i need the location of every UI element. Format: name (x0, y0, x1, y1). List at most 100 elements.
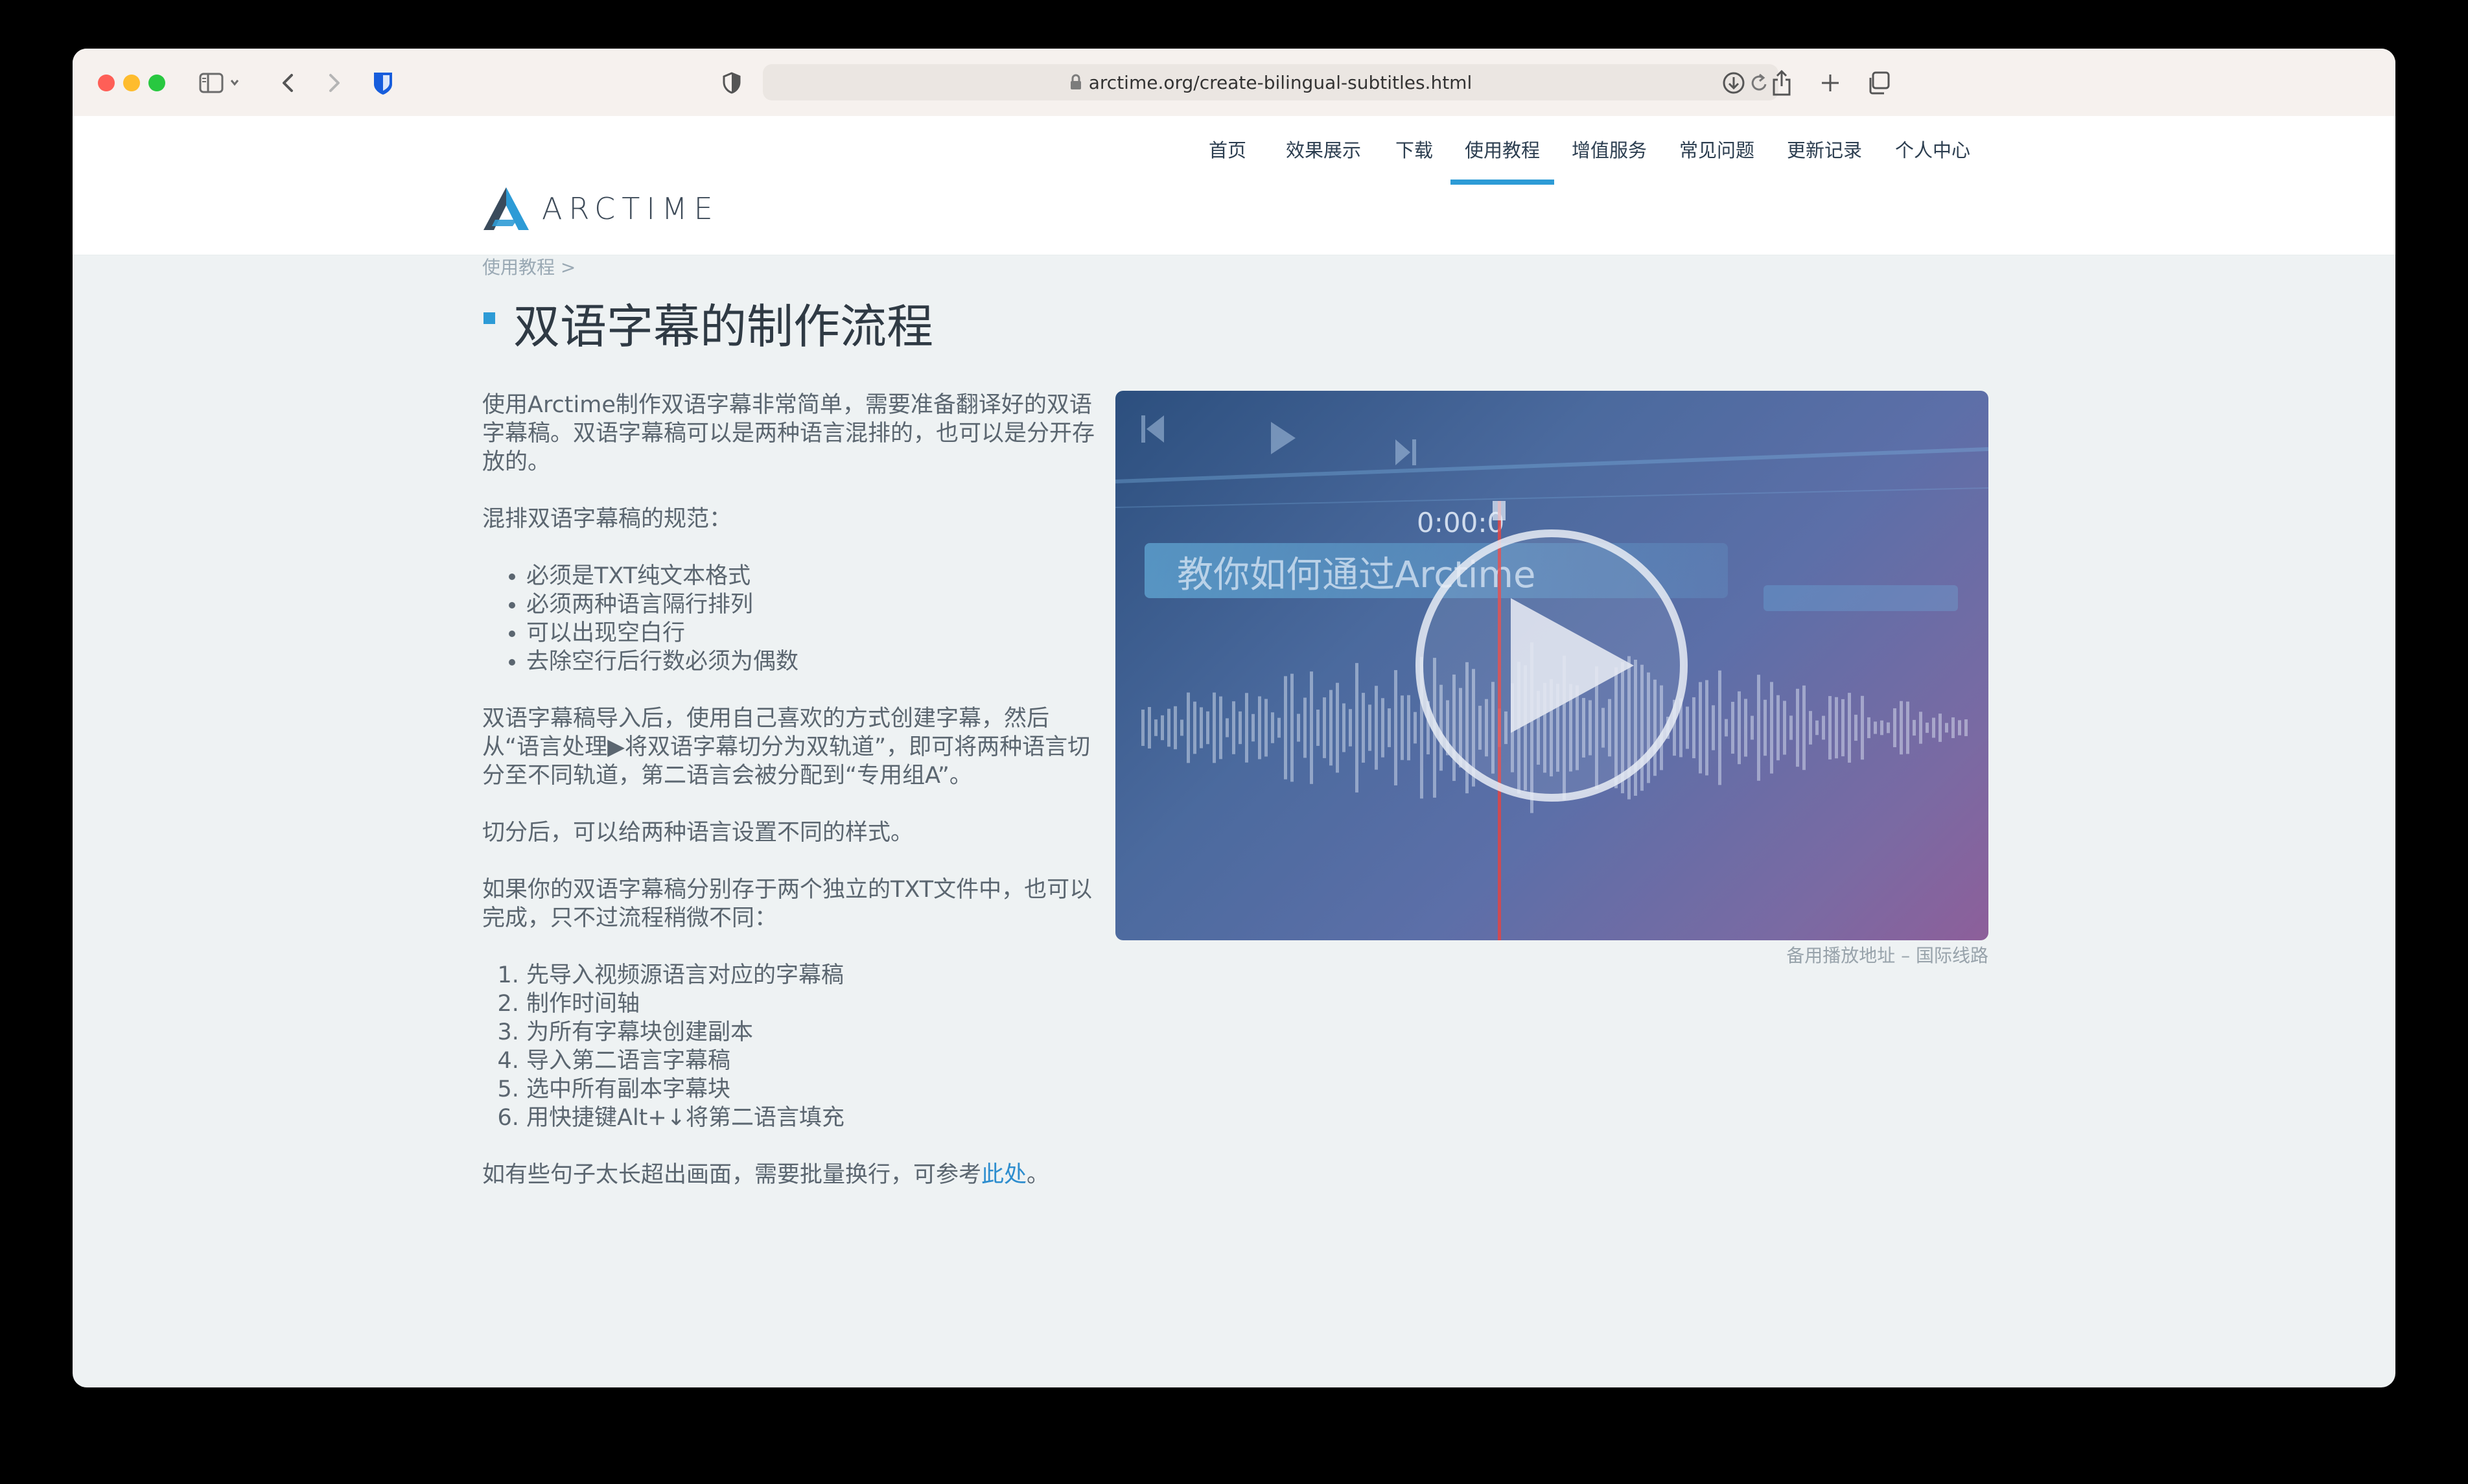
waveform-bar (1712, 705, 1715, 750)
waveform-bar (1219, 696, 1222, 759)
waveform-bar (1336, 682, 1339, 773)
waveform-bar (1919, 712, 1922, 744)
breadcrumb[interactable]: 使用教程 > (482, 253, 576, 279)
transport-icons (1141, 415, 1416, 465)
nav-services[interactable]: 增值服务 (1572, 116, 1647, 185)
arctime-logo[interactable]: ARCTIME (482, 186, 719, 231)
nav-home[interactable]: 首页 (1208, 116, 1247, 185)
downloads-icon[interactable] (1716, 65, 1751, 100)
waveform-bar (1141, 709, 1145, 747)
waveform-bar (1757, 675, 1760, 781)
waveform-bar (1880, 720, 1883, 736)
waveform-bar (1686, 706, 1689, 749)
list-item: 用快捷键Alt+↓将第二语言填充 (526, 1104, 1098, 1132)
waveform-bar (1174, 706, 1177, 750)
waveform-bar (1277, 717, 1281, 738)
footer-end: 。 (1027, 1162, 1050, 1188)
waveform-bar (1271, 712, 1274, 743)
waveform-bar (1926, 723, 1929, 733)
waveform-bar (1206, 711, 1209, 745)
waveform-bar (1323, 697, 1326, 758)
arctime-logo-icon (483, 187, 529, 230)
waveform-bar (1776, 695, 1780, 761)
bitwarden-extension-icon[interactable] (366, 65, 401, 100)
waveform-bar (1893, 708, 1896, 748)
waveform-bar (1809, 711, 1812, 745)
zoom-window-button[interactable] (148, 75, 165, 91)
nav-showcase[interactable]: 效果展示 (1286, 116, 1361, 185)
waveform-bar (1154, 719, 1158, 736)
waveform-bar (1407, 695, 1410, 761)
waveform-bar (1822, 715, 1825, 740)
play-button-icon[interactable] (1415, 529, 1688, 802)
waveform-bar (1738, 691, 1741, 765)
waveform-bar (1251, 713, 1255, 742)
reference-link[interactable]: 此处 (981, 1162, 1027, 1188)
waveform-bar (1796, 688, 1799, 767)
waveform-bar (1705, 680, 1708, 776)
waveform-bar (1381, 698, 1384, 758)
waveform-bar (1932, 717, 1935, 738)
waveform-bar (1355, 663, 1358, 793)
steps-list: 先导入视频源语言对应的字幕稿 制作时间轴 为所有字幕块创建副本 导入第二语言字幕… (482, 961, 1098, 1132)
video-thumbnail: 0:00:0 教你如何通过Arctime (1115, 415, 1988, 940)
list-item: 去除空行后行数必须为偶数 (526, 647, 1098, 676)
list-item: 制作时间轴 (526, 990, 1098, 1018)
waveform-bar (1258, 696, 1261, 759)
timecode-text: 0:00:0 (1417, 507, 1504, 539)
waveform-bar (1193, 701, 1196, 754)
new-tab-icon[interactable] (1813, 65, 1848, 100)
sidebar-toggle-icon[interactable] (196, 65, 248, 100)
video-player[interactable]: 0:00:0 教你如何通过Arctime (1115, 391, 1988, 940)
url-text: arctime.org/create-bilingual-subtitles.h… (1088, 71, 1473, 93)
waveform-bar (1375, 686, 1378, 770)
waveform-bar (1310, 671, 1313, 784)
address-bar[interactable]: arctime.org/create-bilingual-subtitles.h… (763, 64, 1778, 100)
waveform-bar (1718, 670, 1721, 785)
waveform-bar (1764, 699, 1767, 756)
waveform-bar (1731, 701, 1734, 754)
waveform-bar (1167, 708, 1170, 747)
nav-tutorials[interactable]: 使用教程 (1450, 116, 1554, 185)
waveform-bar (1945, 723, 1948, 733)
waveform-bar (1329, 690, 1333, 766)
waveform-bar (1148, 706, 1151, 749)
waveform-bar (1284, 676, 1287, 780)
lock-icon (1070, 74, 1081, 89)
share-icon[interactable] (1764, 65, 1799, 100)
nav-download[interactable]: 下载 (1395, 116, 1434, 185)
import-paragraph: 双语字幕稿导入后，使用自己喜欢的方式创建字幕，然后从“语言处理▶将双语字幕切分为… (482, 706, 1091, 789)
privacy-shield-icon[interactable] (714, 65, 749, 100)
waveform-bar (1854, 714, 1857, 741)
waveform-bar (1414, 712, 1417, 744)
waveform-bar (1887, 722, 1890, 734)
waveform-bar (1861, 695, 1864, 760)
close-window-button[interactable] (98, 75, 115, 91)
nav-faq[interactable]: 常见问题 (1679, 116, 1754, 185)
waveform-bar (1213, 692, 1216, 763)
waveform-bar (1802, 685, 1806, 771)
alternate-video-link[interactable]: 备用播放地址 – 国际线路 (1786, 942, 1988, 968)
waveform-bar (1900, 701, 1903, 755)
waveform-bar (1239, 711, 1242, 745)
footer-paragraph: 如有些句子太长超出画面，需要批量换行，可参考此处。 (482, 1161, 1098, 1189)
waveform-bar (1362, 693, 1365, 763)
waveform-bar (1874, 721, 1877, 734)
waveform-bar (1200, 707, 1203, 748)
waveform-bar (1290, 673, 1294, 782)
waveform-bar (1388, 708, 1391, 747)
minimize-window-button[interactable] (123, 75, 140, 91)
nav-changelog[interactable]: 更新记录 (1787, 116, 1862, 185)
browser-toolbar: arctime.org/create-bilingual-subtitles.h… (73, 49, 2395, 117)
waveform-bar (1394, 670, 1397, 785)
nav-user-center[interactable]: 个人中心 (1895, 116, 1970, 185)
forward-icon[interactable] (316, 65, 351, 100)
waveform-bar (1964, 719, 1968, 736)
back-icon[interactable] (271, 65, 306, 100)
waveform-bar (1848, 693, 1851, 763)
waveform-bar (1226, 718, 1229, 737)
waveform-bar (1744, 699, 1747, 757)
list-item: 可以出现空白行 (526, 619, 1098, 647)
waveform-bar (1401, 695, 1404, 760)
tab-overview-icon[interactable] (1861, 65, 1896, 100)
